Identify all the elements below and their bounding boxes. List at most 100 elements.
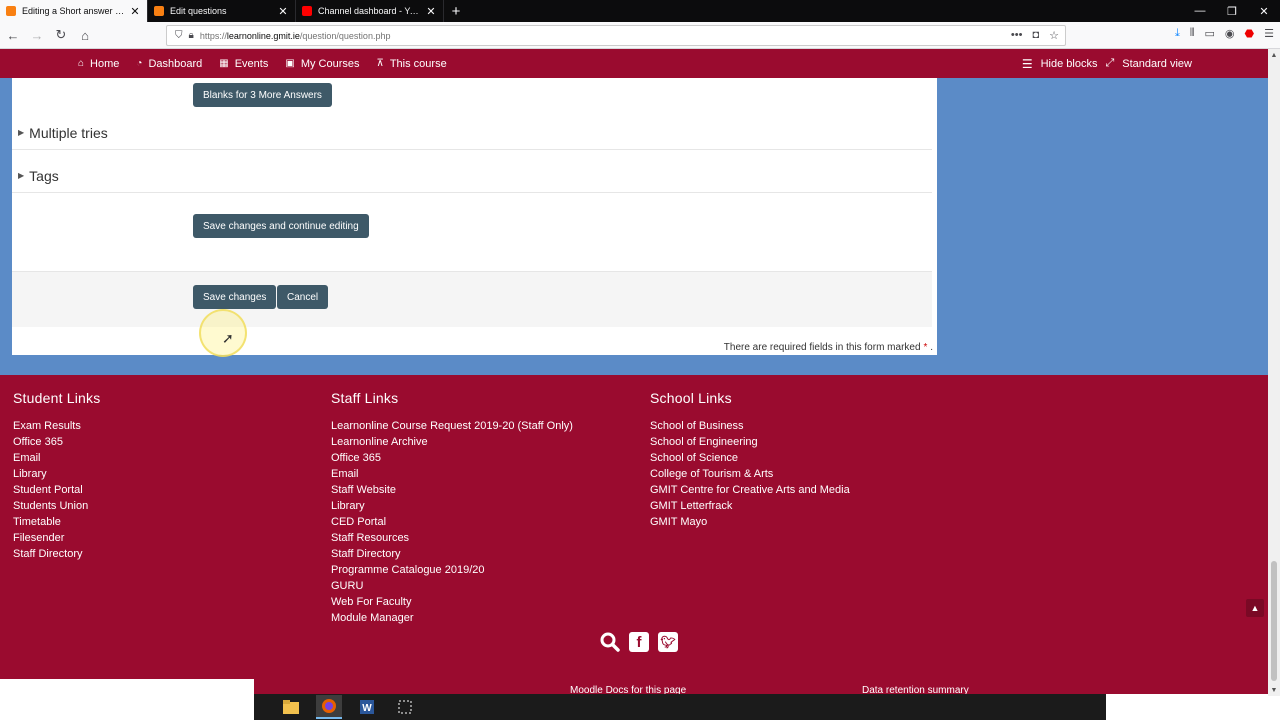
browser-navbar: ← → ↻ ⌂ ⛉ 🔒︎ https://learnonline.gmit.ie…	[0, 22, 1280, 49]
snipping-tool-icon[interactable]	[392, 695, 418, 719]
search-icon[interactable]	[600, 632, 620, 652]
bookmark-star-icon[interactable]: ☆	[1049, 29, 1059, 42]
scroll-up-icon[interactable]: ▲	[1268, 49, 1280, 61]
footer-link[interactable]: GMIT Centre for Creative Arts and Media	[650, 482, 850, 498]
nav-item-events[interactable]: ▦ Events	[219, 58, 268, 70]
footer-link[interactable]: Students Union	[13, 498, 100, 514]
youtube-favicon-icon	[302, 6, 312, 16]
section-tags[interactable]: ▶ Tags	[12, 159, 932, 193]
back-icon[interactable]: ←	[2, 24, 24, 46]
nav-item-home[interactable]: ⌂ Home	[78, 58, 119, 70]
footer-bottom-strip: Moodle Docs for this page Data retention…	[254, 679, 1268, 694]
url-host: learnonline.gmit.ie	[226, 30, 300, 41]
nav-item-my-courses[interactable]: ▣ My Courses	[285, 58, 359, 70]
footer-link[interactable]: Web For Faculty	[331, 594, 573, 610]
section-multiple-tries[interactable]: ▶ Multiple tries	[12, 116, 932, 150]
reload-icon[interactable]: ↻	[50, 24, 72, 46]
adblock-icon[interactable]: ⬣	[1245, 27, 1255, 40]
account-icon[interactable]: ◉	[1225, 27, 1235, 40]
word-icon[interactable]: W	[354, 695, 380, 719]
footer-link[interactable]: Filesender	[13, 530, 100, 546]
footer-link[interactable]: Staff Directory	[13, 546, 100, 562]
footer-link[interactable]: School of Engineering	[650, 434, 850, 450]
tab-title: Edit questions	[170, 6, 227, 16]
scrollbar-thumb[interactable]	[1271, 561, 1277, 681]
footer-link[interactable]: Library	[331, 498, 573, 514]
footer-link[interactable]: Staff Website	[331, 482, 573, 498]
footer-link[interactable]: School of Science	[650, 450, 850, 466]
save-button[interactable]: Save changes	[193, 285, 277, 309]
standard-view-link[interactable]: Standard view	[1122, 58, 1192, 70]
cancel-button[interactable]: Cancel	[277, 285, 329, 309]
url-scheme: https://	[199, 30, 227, 41]
facebook-icon[interactable]: f	[629, 632, 649, 652]
footer-link[interactable]: Exam Results	[13, 418, 100, 434]
browser-tab[interactable]: Channel dashboard - YouTube ✕	[296, 0, 444, 22]
footer-link[interactable]: Student Portal	[13, 482, 100, 498]
school-links: School Links School of Business School o…	[650, 390, 850, 530]
footer-link[interactable]: College of Tourism & Arts	[650, 466, 850, 482]
moodle-docs-link[interactable]: Moodle Docs for this page	[570, 685, 686, 694]
footer-link[interactable]: Email	[331, 466, 573, 482]
file-explorer-icon[interactable]	[278, 695, 304, 719]
os-taskbar: W	[254, 694, 1106, 720]
mouse-cursor-icon: ➚	[222, 330, 234, 346]
twitter-icon[interactable]: 🐦︎	[658, 632, 678, 652]
footer-link[interactable]: GMIT Letterfrack	[650, 498, 850, 514]
footer-link[interactable]: Office 365	[331, 450, 573, 466]
footer-link[interactable]: Module Manager	[331, 610, 573, 626]
restore-icon[interactable]: ❐	[1216, 0, 1248, 22]
new-tab-button[interactable]: +	[444, 0, 468, 22]
required-fields-note: There are required fields in this form m…	[724, 342, 933, 353]
nav-label: Home	[90, 57, 120, 70]
home-icon[interactable]: ⌂	[74, 24, 96, 46]
expand-icon: ⤢	[1105, 57, 1115, 69]
shield-icon[interactable]: ⛉	[175, 30, 183, 41]
data-retention-link[interactable]: Data retention summary	[862, 685, 969, 694]
lock-icon[interactable]: 🔒︎	[189, 30, 194, 41]
footer-link[interactable]: School of Business	[650, 418, 850, 434]
footer-link[interactable]: Learnonline Archive	[331, 434, 573, 450]
minimize-icon[interactable]: —	[1184, 0, 1216, 22]
browser-tab[interactable]: Edit questions ✕	[148, 0, 296, 22]
hide-blocks-link[interactable]: Hide blocks	[1041, 58, 1098, 70]
download-icon[interactable]: ⤓	[1175, 27, 1180, 40]
more-actions-icon[interactable]: •••	[1011, 29, 1023, 42]
footer-link[interactable]: Programme Catalogue 2019/20	[331, 562, 573, 578]
calendar-icon: ▦	[219, 58, 229, 69]
forward-icon[interactable]: →	[26, 24, 48, 46]
window-controls: — ❐ ✕	[1184, 0, 1280, 22]
footer-link[interactable]: Staff Resources	[331, 530, 573, 546]
browser-tab[interactable]: Editing a Short answer question ✕	[0, 0, 148, 22]
footer-link[interactable]: Email	[13, 450, 100, 466]
save-continue-button[interactable]: Save changes and continue editing	[193, 214, 369, 238]
firefox-icon[interactable]	[316, 695, 342, 719]
page-scrollbar[interactable]: ▲ ▼	[1268, 49, 1280, 696]
back-to-top-button[interactable]: ▲	[1246, 599, 1264, 617]
footer-link[interactable]: Office 365	[13, 434, 100, 450]
scroll-down-icon[interactable]: ▼	[1268, 684, 1280, 696]
pocket-icon[interactable]: ◘	[1032, 29, 1039, 42]
footer-link[interactable]: Learnonline Course Request 2019-20 (Staf…	[331, 418, 573, 434]
footer-link[interactable]: CED Portal	[331, 514, 573, 530]
address-bar[interactable]: ⛉ 🔒︎ https://learnonline.gmit.ie/questio…	[166, 25, 1066, 46]
menu-icon[interactable]: ☰	[1264, 27, 1274, 40]
blanks-more-answers-button[interactable]: Blanks for 3 More Answers	[193, 83, 332, 107]
sidebar-icon[interactable]: ▭	[1205, 27, 1215, 40]
nav-label: My Courses	[300, 57, 360, 70]
nav-item-dashboard[interactable]: ◔ Dashboard	[136, 58, 202, 70]
nav-item-this-course[interactable]: ⊼ This course	[377, 58, 447, 70]
library-icon[interactable]: ⫴	[1190, 27, 1195, 40]
footer-link[interactable]: Staff Directory	[331, 546, 573, 562]
close-tab-icon[interactable]: ✕	[277, 5, 289, 18]
close-window-icon[interactable]: ✕	[1248, 0, 1280, 22]
footer-link[interactable]: GMIT Mayo	[650, 514, 850, 530]
footer-link[interactable]: GURU	[331, 578, 573, 594]
close-tab-icon[interactable]: ✕	[425, 5, 437, 18]
tab-title: Channel dashboard - YouTube	[318, 6, 421, 16]
footer-link[interactable]: Timetable	[13, 514, 100, 530]
nav-label: Events	[234, 57, 269, 70]
close-tab-icon[interactable]: ✕	[129, 5, 141, 18]
svg-text:W: W	[362, 703, 372, 714]
footer-link[interactable]: Library	[13, 466, 100, 482]
